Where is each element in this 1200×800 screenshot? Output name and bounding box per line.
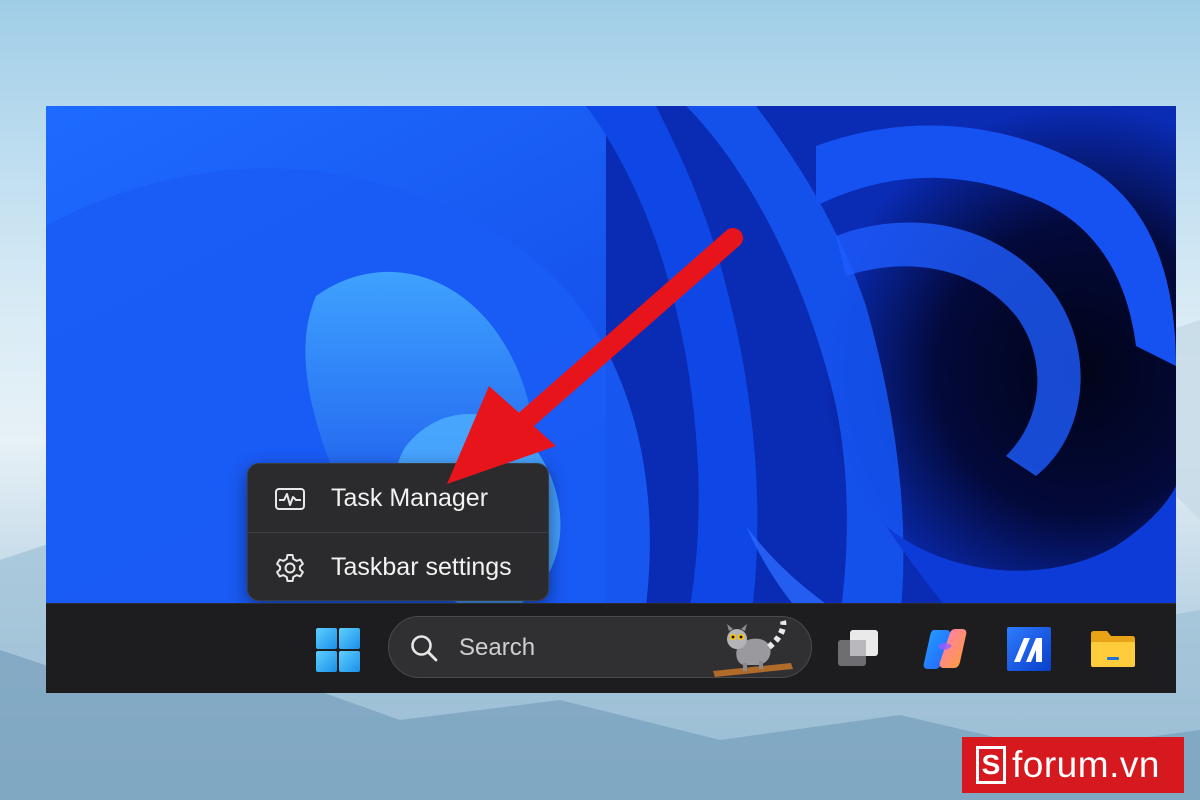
taskbar: Search xyxy=(46,603,1176,693)
search-icon xyxy=(411,635,438,662)
desktop-screenshot: Task Manager Taskbar settings Search xyxy=(46,106,1176,693)
menu-item-label: Task Manager xyxy=(331,484,489,512)
sforum-logo-mark: S xyxy=(976,746,1006,784)
menu-item-taskbar-settings[interactable]: Taskbar settings xyxy=(248,533,548,601)
gear-icon xyxy=(276,554,304,582)
menu-item-task-manager[interactable]: Task Manager xyxy=(248,464,548,532)
search-placeholder: Search xyxy=(459,634,536,661)
taskbar-context-menu: Task Manager Taskbar settings xyxy=(247,463,549,601)
copilot-icon[interactable] xyxy=(920,624,970,674)
task-view-icon[interactable] xyxy=(834,624,884,674)
taskbar-search-box[interactable]: Search xyxy=(388,616,812,678)
menu-item-label: Taskbar settings xyxy=(331,553,512,581)
sforum-logo: S forum.vn xyxy=(962,737,1184,793)
metatrader-icon[interactable] xyxy=(1004,624,1054,674)
file-explorer-icon[interactable] xyxy=(1088,624,1138,674)
logo-text: forum.vn xyxy=(1012,744,1160,785)
windows-start-icon[interactable] xyxy=(314,626,362,674)
task-manager-icon xyxy=(275,488,305,510)
search-highlight-lemur-icon xyxy=(713,620,793,677)
